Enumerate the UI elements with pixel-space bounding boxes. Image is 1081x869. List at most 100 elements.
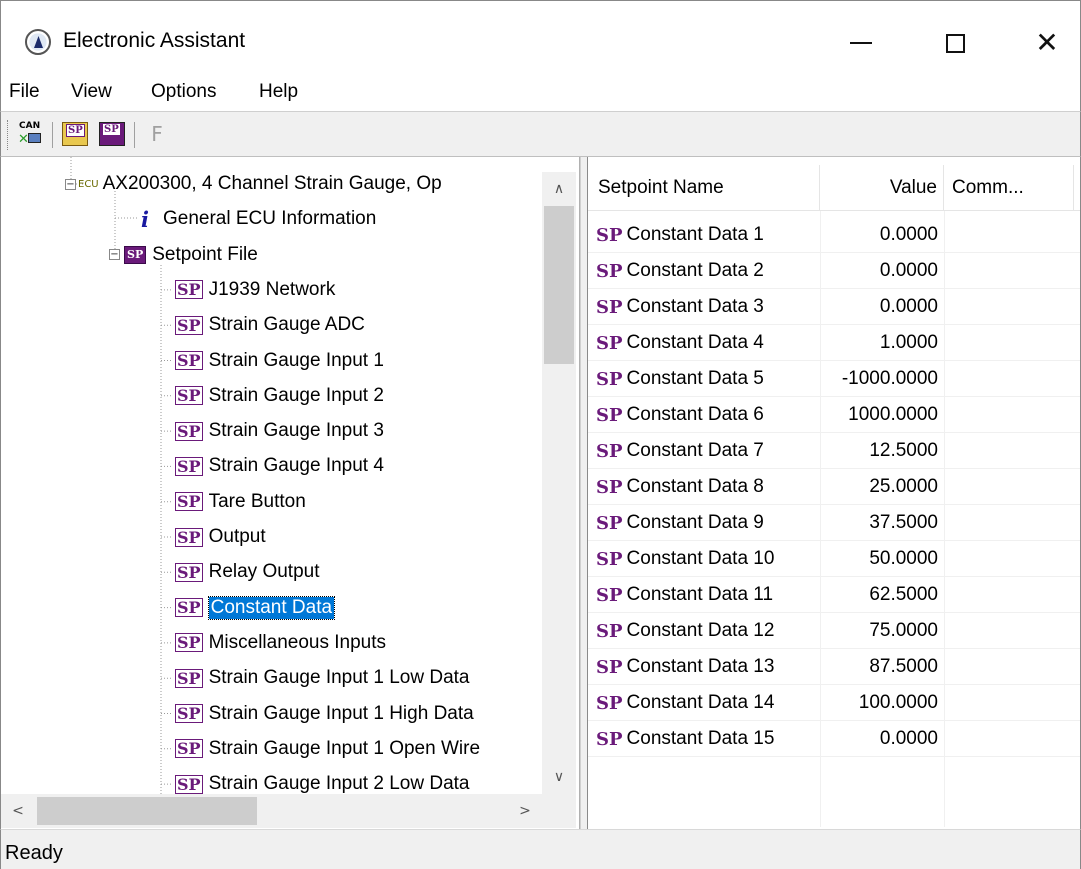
scroll-left-icon[interactable]: < [1,794,35,828]
tree-node-strain-gauge-input-2[interactable]: SP Strain Gauge Input 2 [175,379,384,413]
save-setpoint-button[interactable]: SP [97,119,127,149]
setpoint-name-cell: SP Constant Data 3 [596,289,820,325]
tree-node-output[interactable]: SP Output [175,520,266,554]
setpoint-icon: SP [175,562,203,582]
list-item[interactable]: SP Constant Data 4 1.0000 [588,325,1080,361]
maximize-icon [945,33,965,53]
tree-node-constant-data[interactable]: SP Constant Data [175,591,336,625]
setpoint-icon: SP [596,332,623,354]
tree-node-j1939-network[interactable]: SP J1939 Network [175,273,335,307]
flash-button[interactable]: F [142,119,172,149]
list-item[interactable]: SP Constant Data 8 25.0000 [588,469,1080,505]
collapse-icon[interactable]: − [65,178,76,190]
tree-node-strain-gauge-input-1-open-wire[interactable]: SP Strain Gauge Input 1 Open Wire [175,732,480,766]
list-item[interactable]: SP Constant Data 12 75.0000 [588,613,1080,649]
tree-node-label: Strain Gauge Input 1 [208,349,384,371]
scroll-down-icon[interactable]: ∨ [542,760,576,794]
list-item[interactable]: SP Constant Data 1 0.0000 [588,217,1080,253]
setpoint-icon: SP [596,296,623,318]
tree-view[interactable]: − ECU AX200300, 4 Channel Strain Gauge, Op… [0,157,580,829]
list-item[interactable]: SP Constant Data 7 12.5000 [588,433,1080,469]
menu-help[interactable]: Help [259,81,298,103]
setpoint-name: Constant Data 14 [626,692,775,713]
tree-node-label: Strain Gauge Input 1 Low Data [208,667,470,689]
tree-node-tare-button[interactable]: SP Tare Button [175,485,306,519]
can-connect-button[interactable]: CAN ✕ [15,119,45,149]
pane-splitter[interactable] [580,157,588,829]
menu-bar: File View Options Help [0,72,1081,112]
setpoint-icon: SP [596,224,623,246]
tree-node-label: Strain Gauge Input 3 [208,420,384,442]
vertical-scroll-thumb[interactable] [544,206,574,364]
list-item[interactable]: SP Constant Data 14 100.0000 [588,685,1080,721]
tree-node-strain-gauge-input-4[interactable]: SP Strain Gauge Input 4 [175,449,384,483]
setpoint-value: 50.0000 [869,548,938,569]
collapse-icon[interactable]: − [109,249,120,261]
menu-options[interactable]: Options [151,81,216,103]
menu-view[interactable]: View [71,81,112,103]
tree-node-label: Relay Output [208,561,320,583]
tree-node-miscellaneous-inputs[interactable]: SP Miscellaneous Inputs [175,626,386,660]
toolbar-separator [134,122,135,148]
setpoint-name: Constant Data 2 [626,260,764,281]
column-header-setpoint-name[interactable]: Setpoint Name [588,165,820,211]
list-item[interactable]: SP Constant Data 10 50.0000 [588,541,1080,577]
list-item[interactable]: SP Constant Data 15 0.0000 [588,721,1080,757]
title-bar[interactable]: Electronic Assistant ✕ [0,0,1081,72]
setpoint-value: 25.0000 [869,476,938,497]
list-item[interactable]: SP Constant Data 13 87.5000 [588,649,1080,685]
scroll-right-icon[interactable]: > [508,794,542,828]
tree-node-label: Output [208,526,266,547]
tree-node-strain-gauge-input-1[interactable]: SP Strain Gauge Input 1 [175,344,384,378]
setpoint-icon: SP [175,633,203,653]
setpoint-name-cell: SP Constant Data 4 [596,325,820,361]
setpoint-list[interactable]: Setpoint Name Value Comm... SP Constant D… [588,157,1081,829]
tree-node-relay-output[interactable]: SP Relay Output [175,555,320,589]
tree-node-strain-gauge-adc[interactable]: SP Strain Gauge ADC [175,308,365,342]
setpoint-name: Constant Data 9 [626,512,764,533]
flash-icon: F [151,122,163,146]
setpoint-icon: SP [596,368,623,390]
minimize-button[interactable] [826,15,896,71]
list-item[interactable]: SP Constant Data 5 -1000.0000 [588,361,1080,397]
setpoint-icon: SP [596,656,623,678]
column-header-comment[interactable]: Comm... [944,165,1074,211]
list-item[interactable]: SP Constant Data 6 1000.0000 [588,397,1080,433]
list-item[interactable]: SP Constant Data 2 0.0000 [588,253,1080,289]
tree-vertical-scrollbar[interactable]: ∧ ∨ [542,172,576,794]
toolbar-grip[interactable] [7,120,10,150]
maximize-button[interactable] [920,15,990,71]
menu-file[interactable]: File [9,81,40,103]
tree-node-strain-gauge-input-1-high-data[interactable]: SP Strain Gauge Input 1 High Data [175,697,474,731]
scroll-up-icon[interactable]: ∧ [542,172,576,206]
list-item[interactable]: SP Constant Data 9 37.5000 [588,505,1080,541]
app-logo-icon [25,29,51,55]
list-item[interactable]: SP Constant Data 11 62.5000 [588,577,1080,613]
tree-node-strain-gauge-input-3[interactable]: SP Strain Gauge Input 3 [175,414,384,448]
close-button[interactable]: ✕ [1012,15,1081,71]
setpoint-name-cell: SP Constant Data 6 [596,397,820,433]
horizontal-scroll-thumb[interactable] [37,797,257,825]
setpoint-icon: SP [175,456,203,476]
tree-node-label: Strain Gauge Input 2 Low Data [208,773,470,795]
list-item[interactable]: SP Constant Data 3 0.0000 [588,289,1080,325]
tree-node-label: Tare Button [208,490,306,512]
tree-node-ecu[interactable]: − ECU AX200300, 4 Channel Strain Gauge, Op [65,167,442,201]
tree-node-label: Strain Gauge Input 1 Open Wire [208,737,481,759]
can-connect-icon: CAN ✕ [18,121,41,147]
setpoint-name: Constant Data 4 [626,332,764,353]
setpoint-icon: SP [175,598,203,618]
setpoint-name-cell: SP Constant Data 2 [596,253,820,289]
minimize-icon [850,42,872,44]
tree-horizontal-scrollbar[interactable]: < > [1,794,542,828]
setpoint-name-cell: SP Constant Data 5 [596,361,820,397]
setpoint-icon: SP [596,404,623,426]
tree-node-setpoint-file[interactable]: − SP Setpoint File [109,238,258,272]
tree-node-strain-gauge-input-1-low-data[interactable]: SP Strain Gauge Input 1 Low Data [175,661,469,695]
tree-node-general-ecu-information[interactable]: i General ECU Information [137,202,376,236]
setpoint-file-icon: SP [124,245,147,264]
column-header-value[interactable]: Value [820,165,944,211]
window-title: Electronic Assistant [63,29,246,52]
open-setpoint-button[interactable]: SP [60,119,90,149]
list-header: Setpoint Name Value Comm... [588,165,1080,211]
